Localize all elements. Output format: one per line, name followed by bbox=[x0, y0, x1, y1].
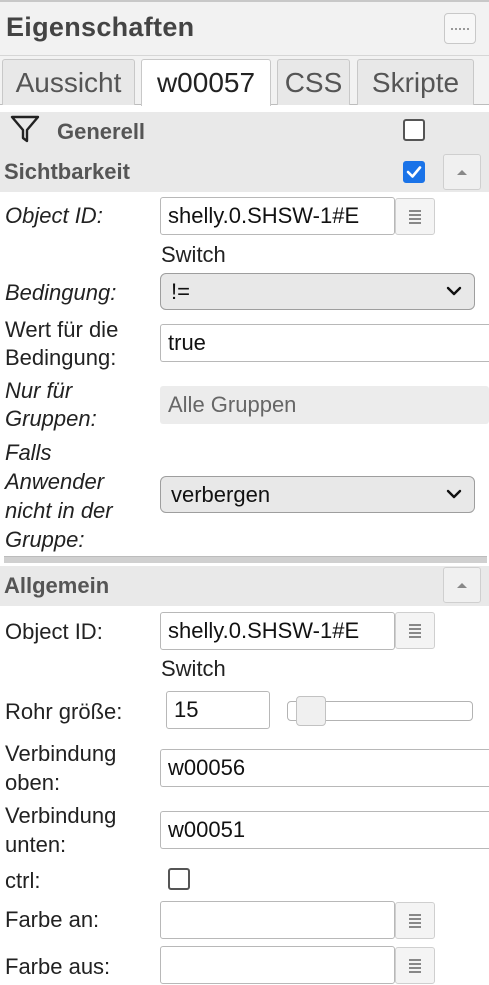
bedingung-label: Bedingung: bbox=[5, 280, 117, 305]
verb-unten-label-line1: Verbindung bbox=[5, 803, 117, 828]
chevron-down-icon bbox=[446, 489, 462, 499]
tab-aussicht[interactable]: Aussicht bbox=[2, 59, 135, 105]
allgemein-collapse-button[interactable] bbox=[443, 567, 481, 603]
allgemein-object-id-picker-button[interactable] bbox=[395, 612, 435, 649]
generell-checkbox[interactable] bbox=[403, 119, 425, 141]
wert-label-line2: Bedingung: bbox=[5, 345, 117, 370]
list-picker-icon bbox=[409, 958, 421, 973]
sichtbarkeit-object-id-label: Object ID: bbox=[5, 203, 103, 228]
sichtbarkeit-title: Sichtbarkeit bbox=[4, 159, 130, 184]
verb-oben-label-line2: oben: bbox=[5, 770, 61, 795]
panel-header: Eigenschaften bbox=[0, 0, 489, 56]
sichtbarkeit-collapse-button[interactable] bbox=[443, 154, 481, 190]
farbe-aus-picker-button[interactable] bbox=[395, 947, 435, 984]
gruppen-label-line1: Nur für bbox=[5, 378, 73, 403]
verb-unten-label-line2: unten: bbox=[5, 832, 67, 857]
verb-oben-label-line1: Verbindung bbox=[5, 741, 117, 766]
wert-label-line1: Wert für die bbox=[5, 317, 119, 342]
gruppen-field[interactable]: Alle Gruppen bbox=[160, 386, 489, 424]
checkmark-icon bbox=[406, 166, 422, 178]
rohr-input[interactable]: 15 bbox=[166, 691, 270, 729]
ctrl-checkbox[interactable] bbox=[168, 868, 190, 890]
allgemein-object-id-label: Object ID: bbox=[5, 619, 103, 644]
panel-title: Eigenschaften bbox=[6, 12, 195, 42]
generell-title: Generell bbox=[57, 119, 146, 144]
farbe-an-picker-button[interactable] bbox=[395, 902, 435, 939]
verb-oben-input[interactable]: w00056 bbox=[160, 749, 489, 787]
farbe-aus-label: Farbe aus: bbox=[5, 954, 111, 979]
list-picker-icon bbox=[409, 913, 421, 928]
verb-unten-input[interactable]: w00051 bbox=[160, 811, 489, 849]
gruppen-label-line2: Gruppen: bbox=[5, 406, 97, 431]
sichtbarkeit-object-id-note: Switch bbox=[161, 242, 226, 267]
bedingung-select[interactable]: != bbox=[160, 273, 475, 310]
panel-menu-button[interactable] bbox=[444, 13, 476, 44]
falls-label-line1: Falls bbox=[5, 440, 52, 465]
tab-skripte[interactable]: Skripte bbox=[357, 59, 474, 105]
sichtbarkeit-object-id-picker-button[interactable] bbox=[395, 198, 435, 235]
rohr-label: Rohr größe: bbox=[5, 699, 123, 724]
farbe-an-label: Farbe an: bbox=[5, 907, 100, 932]
grip-dots-icon bbox=[451, 27, 469, 30]
rohr-slider-handle[interactable] bbox=[296, 696, 326, 726]
bedingung-selected-value: != bbox=[171, 278, 190, 304]
chevron-up-icon bbox=[457, 170, 467, 175]
tab-css[interactable]: CSS bbox=[277, 59, 350, 105]
list-picker-icon bbox=[409, 209, 421, 224]
section-divider bbox=[4, 556, 487, 563]
tab-bar: Aussicht w00057 CSS Skripte bbox=[0, 56, 489, 106]
sichtbarkeit-section-header[interactable]: Sichtbarkeit bbox=[0, 154, 489, 192]
generell-section-header[interactable]: Generell bbox=[0, 112, 489, 154]
chevron-down-icon bbox=[446, 286, 462, 296]
falls-select[interactable]: verbergen bbox=[160, 476, 475, 513]
allgemein-title: Allgemein bbox=[4, 573, 110, 598]
allgemein-object-id-note: Switch bbox=[161, 656, 226, 681]
list-picker-icon bbox=[409, 623, 421, 638]
allgemein-object-id-input[interactable]: shelly.0.SHSW-1#E bbox=[160, 612, 395, 650]
falls-selected-value: verbergen bbox=[171, 481, 271, 507]
wert-input[interactable]: true bbox=[160, 324, 489, 362]
allgemein-section-header[interactable]: Allgemein bbox=[0, 566, 489, 606]
farbe-an-input[interactable] bbox=[160, 901, 395, 939]
farbe-aus-input[interactable] bbox=[160, 946, 395, 984]
falls-label-line4: Gruppe: bbox=[5, 527, 85, 552]
tab-w00057[interactable]: w00057 bbox=[141, 59, 271, 106]
sichtbarkeit-object-id-input[interactable]: shelly.0.SHSW-1#E bbox=[160, 197, 395, 235]
sichtbarkeit-checkbox[interactable] bbox=[403, 161, 425, 183]
falls-label-line2: Anwender bbox=[5, 469, 105, 494]
falls-label-line3: nicht in der bbox=[5, 498, 113, 523]
filter-icon[interactable] bbox=[10, 114, 40, 144]
chevron-up-icon bbox=[457, 583, 467, 588]
ctrl-label: ctrl: bbox=[5, 868, 41, 893]
